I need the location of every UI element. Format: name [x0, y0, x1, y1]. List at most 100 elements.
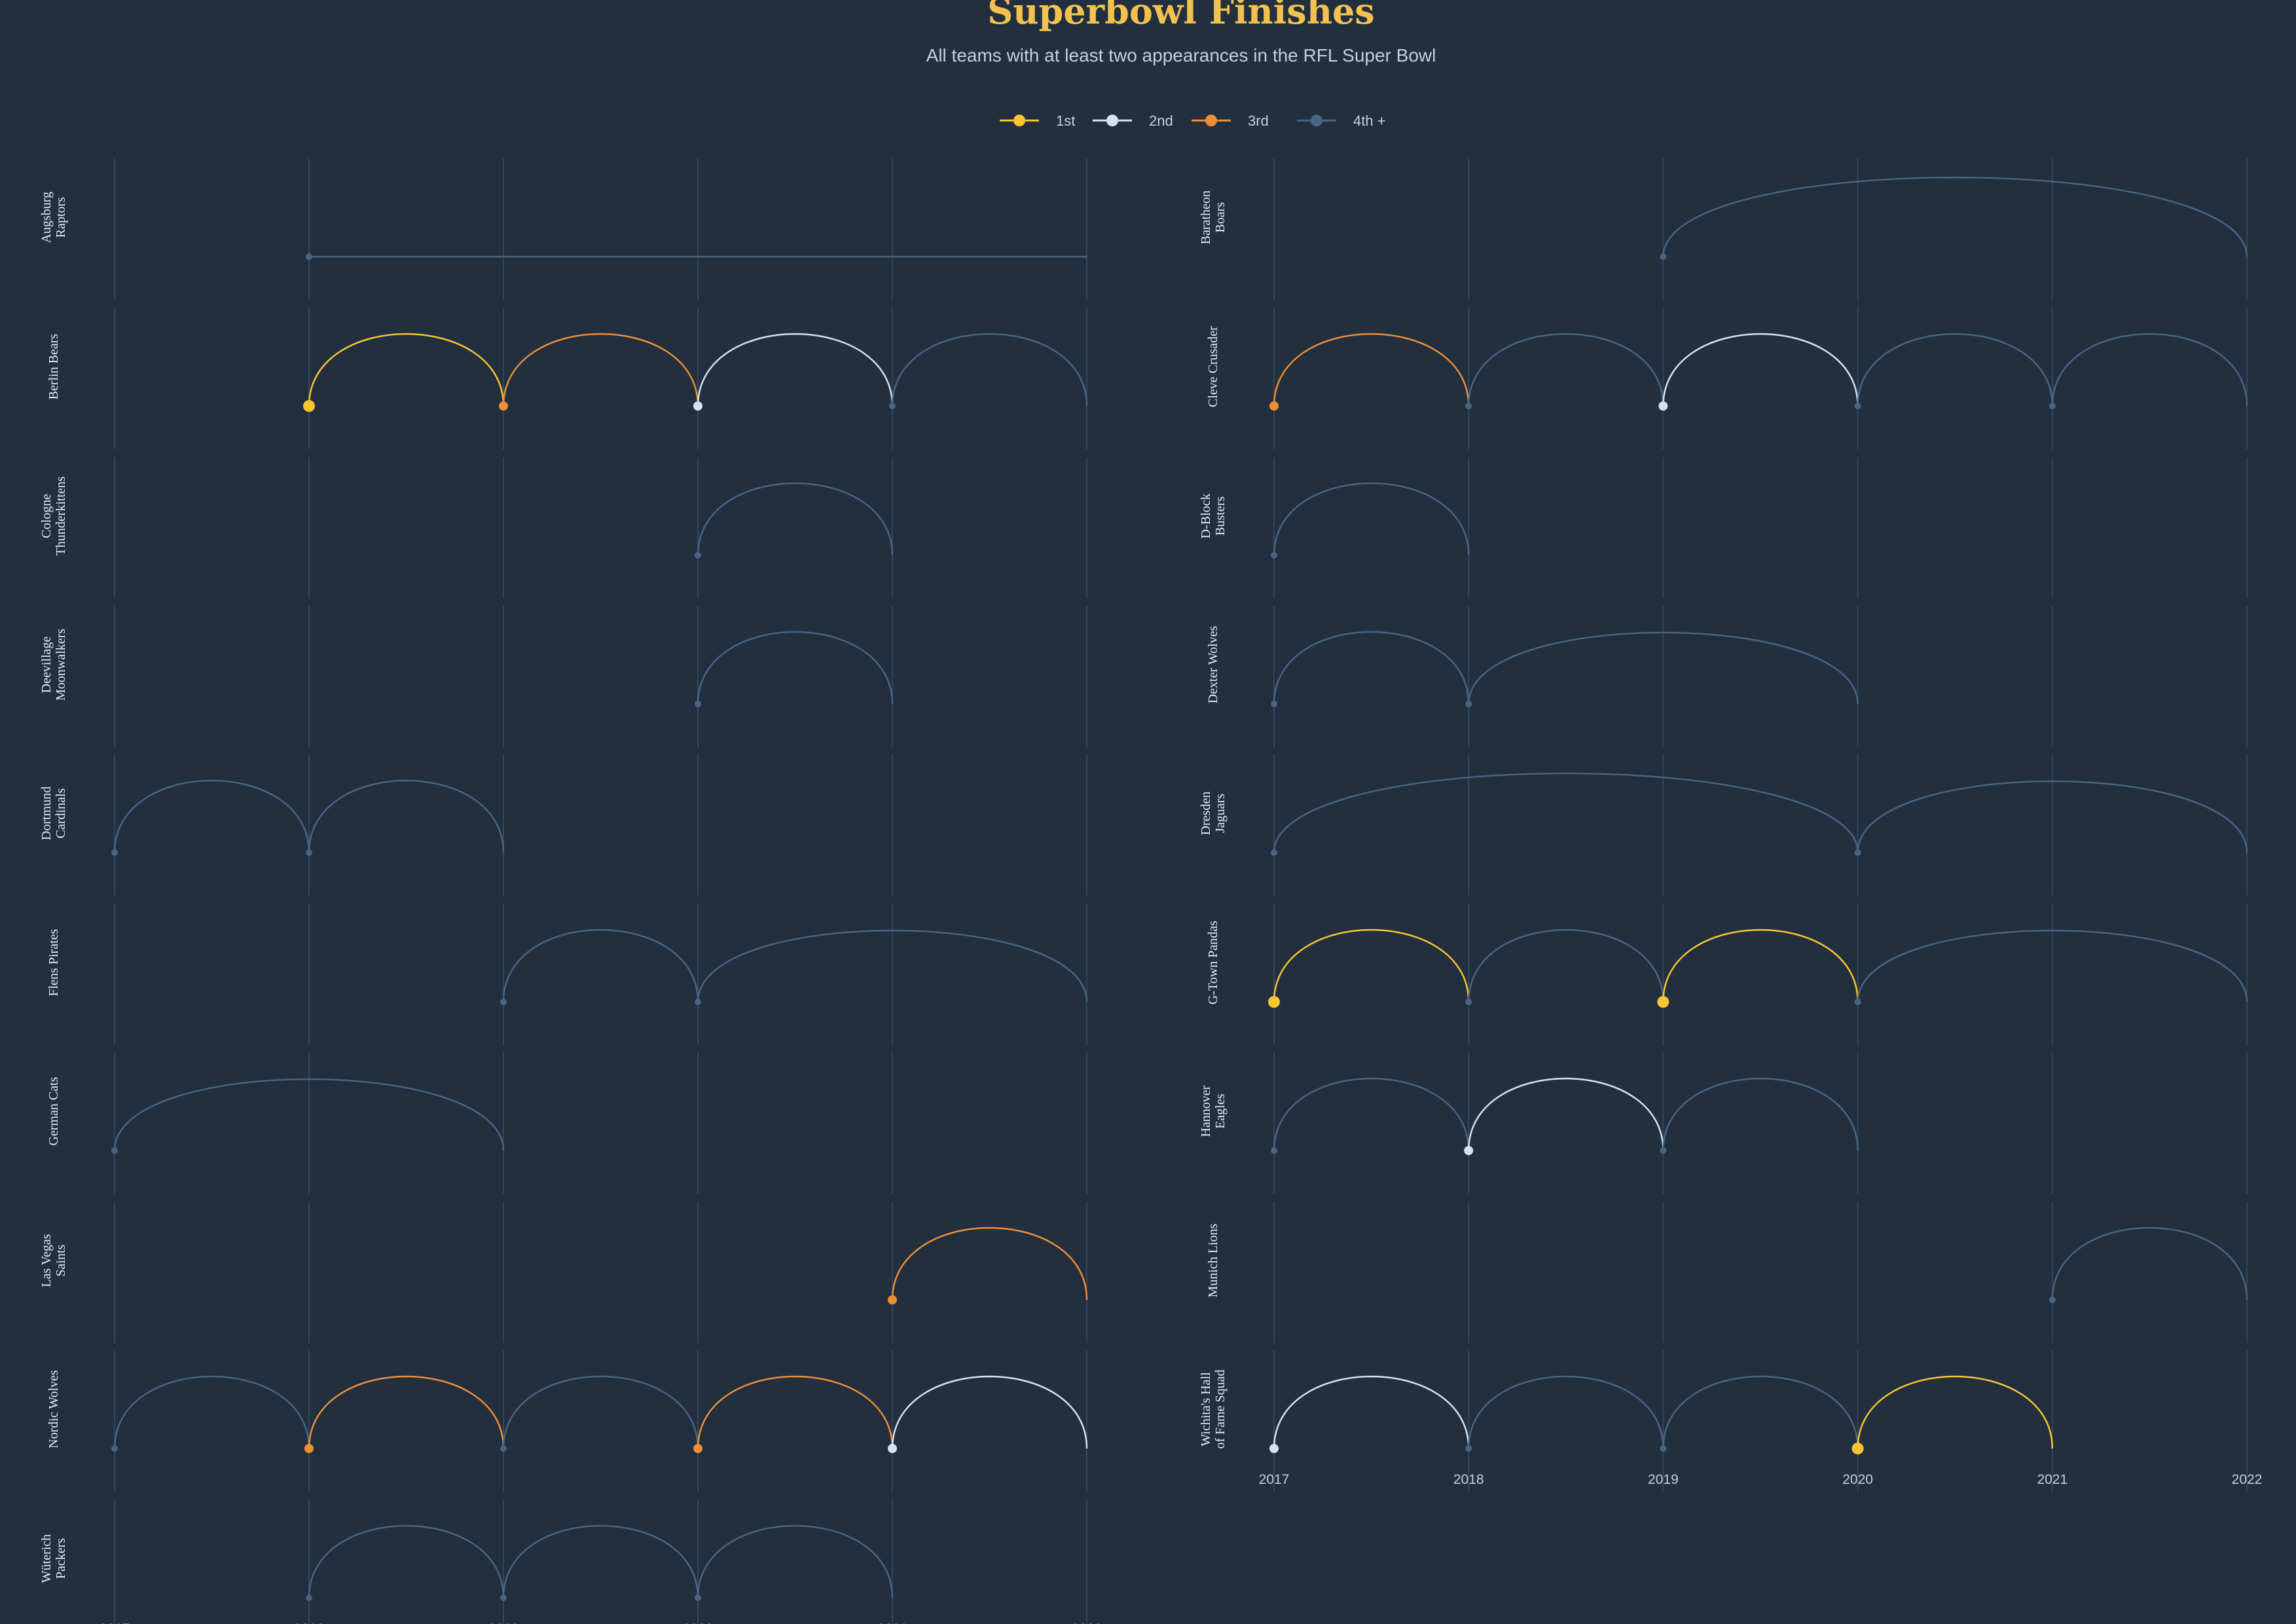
finish-marker	[306, 1595, 312, 1601]
team-label-line: Jaguars	[1213, 794, 1228, 833]
finish-marker	[1271, 552, 1277, 559]
team-label-line: Las Vegas	[39, 1234, 54, 1287]
legend-marker-4	[1311, 115, 1322, 126]
finish-marker	[1271, 849, 1277, 856]
x-tick-label: 2020	[683, 1621, 714, 1624]
finish-marker	[695, 1595, 701, 1601]
finish-marker	[1271, 701, 1277, 707]
team-label-line: Packers	[54, 1538, 68, 1579]
team-label: Dexter Wolves	[1206, 626, 1220, 704]
team-label: G-Town Pandas	[1206, 921, 1220, 1005]
finish-marker	[693, 1444, 702, 1453]
finish-marker	[693, 401, 702, 411]
finish-marker	[695, 552, 701, 559]
finish-marker	[1854, 849, 1861, 856]
team-label-line: German Cats	[46, 1077, 61, 1145]
team-label: Berlin Bears	[46, 334, 61, 400]
team-label: WüterichPackers	[39, 1534, 68, 1583]
x-tick-label: 2022	[2232, 1472, 2263, 1487]
legend-label-3: 3rd	[1248, 113, 1269, 129]
team-label-line: Flens Pirates	[46, 929, 61, 996]
legend-marker-2	[1106, 115, 1118, 126]
finish-marker	[889, 403, 896, 409]
finish-marker	[695, 999, 701, 1005]
finish-marker	[306, 253, 312, 260]
x-tick-label: 2022	[1072, 1621, 1102, 1624]
x-tick-label: 2019	[1648, 1472, 1679, 1487]
legend-marker-3	[1205, 115, 1217, 126]
team-label: German Cats	[46, 1077, 61, 1145]
x-tick-label: 2020	[1842, 1472, 1873, 1487]
x-tick-label: 2021	[2037, 1472, 2068, 1487]
finish-marker	[2049, 1297, 2056, 1303]
team-label-line: Boars	[1213, 202, 1228, 232]
team-label-line: of Fame Squad	[1213, 1369, 1228, 1449]
team-label-line: Busters	[1213, 496, 1228, 536]
team-label-line: Raptors	[54, 197, 68, 238]
team-label-line: Dexter Wolves	[1206, 626, 1220, 704]
finish-marker	[111, 1147, 118, 1154]
finish-marker	[500, 999, 507, 1005]
team-label-line: Nordic Wolves	[46, 1370, 61, 1449]
finish-marker	[1465, 999, 1472, 1005]
team-label: Flens Pirates	[46, 929, 61, 996]
finish-marker	[1660, 1147, 1667, 1154]
finish-marker	[1271, 1147, 1277, 1154]
team-label-line: Hannover	[1199, 1085, 1213, 1137]
team-label-line: Moonwalkers	[54, 629, 68, 701]
finish-marker	[1268, 996, 1280, 1008]
legend-marker-1	[1013, 115, 1025, 126]
team-label: Wichita's Hallof Fame Squad	[1199, 1369, 1228, 1449]
chart-subtitle: All teams with at least two appearances …	[926, 45, 1436, 65]
legend-label-4: 4th +	[1353, 113, 1386, 129]
team-label-line: Wichita's Hall	[1199, 1372, 1213, 1447]
team-label-line: Berlin Bears	[46, 334, 61, 400]
finish-marker	[1465, 403, 1472, 409]
team-label-line: Cologne	[39, 494, 54, 538]
finish-marker	[1465, 701, 1472, 707]
team-label: DortmundCardinals	[39, 786, 68, 840]
finish-marker	[500, 1595, 507, 1601]
finish-marker	[306, 849, 312, 856]
team-label-line: Baratheon	[1199, 191, 1213, 244]
team-label-line: Munich Lions	[1206, 1223, 1220, 1297]
finish-marker	[1660, 253, 1667, 260]
finish-marker	[111, 849, 118, 856]
finish-marker	[1657, 996, 1669, 1008]
finish-marker	[1465, 1445, 1472, 1452]
team-label-line: Thunderkittens	[54, 476, 68, 555]
finish-marker	[1269, 1444, 1279, 1453]
finish-marker	[111, 1445, 118, 1452]
team-label: AugsburgRaptors	[39, 192, 68, 244]
chart-background	[0, 0, 2296, 1624]
team-label-line: Cardinals	[54, 788, 68, 838]
chart-title: Superbowl Finishes	[987, 0, 1374, 32]
team-label-line: Dortmund	[39, 786, 54, 840]
team-label-line: G-Town Pandas	[1206, 921, 1220, 1005]
team-label: Nordic Wolves	[46, 1370, 61, 1449]
finish-marker	[888, 1444, 897, 1453]
team-label-line: Augsburg	[39, 192, 54, 244]
finish-marker	[888, 1295, 897, 1304]
legend-label-2: 2nd	[1149, 113, 1173, 129]
team-label-line: Saints	[54, 1244, 68, 1276]
finish-marker	[1854, 403, 1861, 409]
team-label-line: Cleve Crusader	[1206, 326, 1220, 407]
finish-marker	[304, 1444, 314, 1453]
team-label: DresdenJaguars	[1199, 792, 1228, 836]
team-label: Munich Lions	[1206, 1223, 1220, 1297]
team-label-line: Wüterich	[39, 1534, 54, 1583]
finish-marker	[1464, 1146, 1474, 1155]
finish-marker	[2049, 403, 2056, 409]
team-label-line: Dresden	[1199, 792, 1213, 836]
team-label-line: D-Block	[1199, 494, 1213, 539]
finish-marker	[1269, 401, 1279, 411]
x-tick-label: 2017	[1259, 1472, 1290, 1487]
superbowl-finishes-chart: Superbowl Finishes All teams with at lea…	[0, 0, 2296, 1624]
team-label-line: Deevillage	[39, 637, 54, 693]
finish-marker	[303, 400, 315, 412]
x-tick-label: 2018	[294, 1621, 325, 1624]
x-tick-label: 2019	[488, 1621, 519, 1624]
team-label: D-BlockBusters	[1199, 494, 1228, 539]
legend-label-1: 1st	[1056, 113, 1075, 129]
